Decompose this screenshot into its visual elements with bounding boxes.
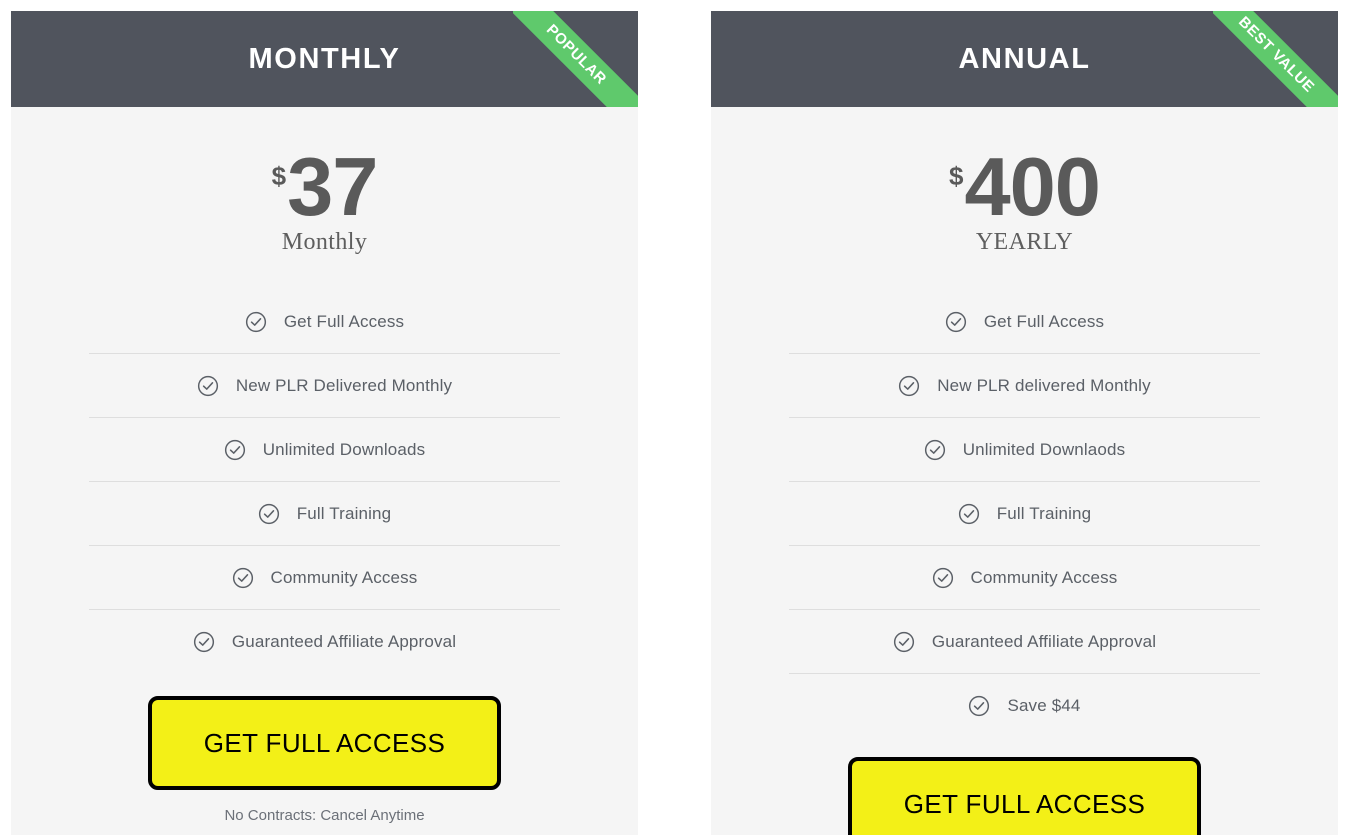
cta-note: No Contracts: Cancel Anytime	[224, 807, 425, 825]
pricing-card-monthly: MONTHLY POPULAR $ 37 Monthly Get Full Ac…	[11, 11, 638, 835]
feature-list-monthly: Get Full Access New PLR Delivered Monthl…	[89, 290, 560, 673]
feature-item: Save $44	[789, 674, 1260, 737]
price-block-monthly: $ 37 Monthly	[11, 107, 638, 256]
plan-title: MONTHLY	[248, 42, 401, 75]
feature-label: Save $44	[1007, 695, 1081, 715]
feature-label: Full Training	[296, 503, 392, 523]
price-amount: 37	[287, 140, 378, 233]
check-circle-icon	[224, 439, 245, 460]
check-circle-icon	[232, 567, 253, 588]
feature-label: Get Full Access	[283, 311, 405, 331]
check-circle-icon	[197, 375, 218, 396]
currency-symbol: $	[949, 161, 964, 191]
feature-label: Full Training	[996, 503, 1092, 523]
feature-item: Unlimited Downloads	[89, 418, 560, 483]
feature-label: Unlimited Downlaods	[962, 439, 1126, 459]
feature-list-annual: Get Full Access New PLR delivered Monthl…	[789, 290, 1260, 737]
check-circle-icon	[932, 567, 953, 588]
check-circle-icon	[924, 439, 945, 460]
price-row: $ 400	[949, 140, 1101, 233]
check-circle-icon	[193, 631, 214, 652]
cta-wrap-monthly: GET FULL ACCESS No Contracts: Cancel Any…	[11, 696, 638, 824]
cta-wrap-annual: GET FULL ACCESS	[711, 757, 1338, 835]
check-circle-icon	[258, 503, 279, 524]
price-amount: 400	[964, 140, 1100, 233]
feature-label: Unlimited Downloads	[262, 439, 426, 459]
feature-label: New PLR Delivered Monthly	[235, 375, 453, 395]
feature-item: Unlimited Downlaods	[789, 418, 1260, 483]
check-circle-icon	[893, 631, 914, 652]
feature-item: Guaranteed Affiliate Approval	[789, 610, 1260, 675]
corner-ribbon-best-value: BEST VALUE	[1213, 11, 1338, 107]
card-header-annual: ANNUAL BEST VALUE	[711, 11, 1338, 107]
currency-symbol: $	[271, 161, 287, 191]
get-full-access-button[interactable]: GET FULL ACCESS	[847, 757, 1202, 835]
feature-item: Full Training	[89, 482, 560, 547]
feature-label: Community Access	[970, 567, 1118, 587]
price-period: Monthly	[281, 229, 368, 256]
check-circle-icon	[245, 311, 266, 332]
corner-ribbon-popular: POPULAR	[513, 11, 638, 107]
feature-label: Guaranteed Affiliate Approval	[231, 631, 457, 651]
feature-item: Community Access	[789, 546, 1260, 611]
pricing-card-annual: ANNUAL BEST VALUE $ 400 YEARLY Get Full …	[711, 11, 1338, 835]
check-circle-icon	[899, 375, 920, 396]
feature-item: Get Full Access	[89, 290, 560, 355]
get-full-access-button[interactable]: GET FULL ACCESS	[147, 696, 502, 791]
feature-label: New PLR delivered Monthly	[937, 375, 1151, 395]
feature-item: Get Full Access	[789, 290, 1260, 355]
feature-label: Guaranteed Affiliate Approval	[931, 631, 1157, 651]
check-circle-icon	[969, 695, 990, 716]
plan-title: ANNUAL	[958, 42, 1091, 75]
feature-item: Full Training	[789, 482, 1260, 547]
feature-label: Get Full Access	[983, 311, 1105, 331]
card-header-monthly: MONTHLY POPULAR	[11, 11, 638, 107]
ribbon-label: BEST VALUE	[1213, 11, 1338, 107]
check-circle-icon	[945, 311, 966, 332]
price-period: YEARLY	[975, 229, 1074, 256]
check-circle-icon	[958, 503, 979, 524]
feature-item: New PLR delivered Monthly	[789, 354, 1260, 419]
feature-item: New PLR Delivered Monthly	[89, 354, 560, 419]
pricing-table: MONTHLY POPULAR $ 37 Monthly Get Full Ac…	[0, 0, 1353, 835]
price-block-annual: $ 400 YEARLY	[711, 107, 1338, 256]
ribbon-label: POPULAR	[513, 11, 638, 107]
feature-label: Community Access	[270, 567, 418, 587]
price-row: $ 37	[271, 140, 379, 233]
feature-item: Guaranteed Affiliate Approval	[89, 610, 560, 673]
feature-item: Community Access	[89, 546, 560, 611]
